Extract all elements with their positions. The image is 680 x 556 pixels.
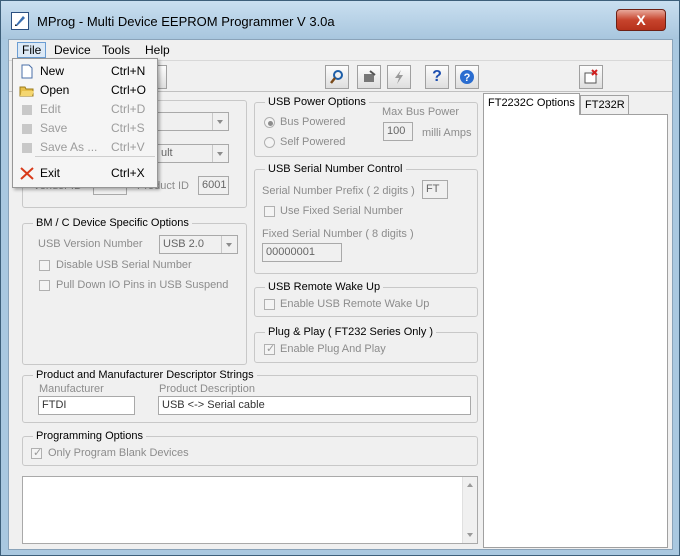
max-bus-power-label: Max Bus Power [382, 106, 460, 118]
product-id-field[interactable]: 6001 [198, 176, 229, 195]
log-scrollbar[interactable] [462, 477, 477, 543]
menu-item-exit[interactable]: Exit Ctrl+X [15, 164, 155, 183]
tab-ft2232c-options[interactable]: FT2232C Options [483, 93, 580, 115]
disable-serial-checkbox[interactable] [39, 260, 50, 271]
fixed-serial-label: Fixed Serial Number ( 8 digits ) [262, 228, 414, 240]
menu-bar: File Device Tools Help [9, 40, 672, 60]
help-button[interactable]: ? [425, 65, 449, 89]
app-icon[interactable] [11, 12, 29, 30]
menu-help[interactable]: Help [141, 42, 174, 58]
question-icon: ? [432, 68, 442, 85]
plug-and-play-checkbox[interactable] [264, 342, 275, 355]
search-device-button[interactable] [325, 65, 349, 89]
lightning-icon [395, 70, 403, 84]
plug-and-play-label: Enable Plug And Play [280, 343, 386, 355]
window-title: MProg - Multi Device EEPROM Programmer V… [37, 14, 335, 29]
remote-wakeup-checkbox[interactable] [264, 299, 275, 310]
use-fixed-serial-label: Use Fixed Serial Number [280, 205, 403, 217]
info-icon: ? [460, 70, 474, 84]
self-powered-radio[interactable] [264, 137, 275, 148]
edit-icon [19, 102, 35, 117]
menu-separator [35, 156, 155, 157]
power-options-title: USB Power Options [265, 96, 369, 108]
menu-item-open[interactable]: Open Ctrl+O [15, 81, 155, 100]
serial-prefix-label: Serial Number Prefix ( 2 digits ) [262, 185, 415, 197]
pull-down-label: Pull Down IO Pins in USB Suspend [56, 279, 229, 291]
close-icon: X [636, 12, 646, 28]
chevron-down-icon [221, 236, 237, 253]
menu-item-new[interactable]: New Ctrl+N [15, 62, 155, 81]
file-menu-dropdown: New Ctrl+N Open Ctrl+O Edit Ctrl+D Save … [12, 58, 158, 188]
open-folder-icon [19, 83, 35, 98]
tab-ft232r[interactable]: FT232R [580, 95, 629, 115]
bm-device-group-title: BM / C Device Specific Options [33, 217, 192, 229]
programming-options-title: Programming Options [33, 430, 146, 442]
magnifier-icon [330, 70, 343, 84]
chip-icon [364, 70, 376, 82]
disable-serial-label: Disable USB Serial Number [56, 259, 192, 271]
manufacturer-label: Manufacturer [39, 383, 104, 395]
bus-powered-label: Bus Powered [280, 116, 346, 128]
scroll-down-icon [467, 533, 473, 537]
menu-item-save-as[interactable]: Save As ... Ctrl+V [15, 138, 155, 157]
manufacturer-field[interactable]: FTDI [38, 396, 135, 415]
device-type-combo[interactable] [157, 112, 229, 131]
chevron-down-icon [212, 113, 228, 130]
about-button[interactable]: ? [455, 65, 479, 89]
chevron-down-icon [212, 145, 228, 162]
menu-item-edit[interactable]: Edit Ctrl+D [15, 100, 155, 119]
pull-down-checkbox[interactable] [39, 280, 50, 291]
usb-version-label: USB Version Number [38, 238, 143, 250]
log-textarea[interactable] [22, 476, 478, 544]
self-powered-label: Self Powered [280, 136, 346, 148]
scroll-up-icon [467, 483, 473, 487]
save-icon [19, 121, 35, 136]
svg-text:?: ? [464, 72, 471, 84]
app-window: MProg - Multi Device EEPROM Programmer V… [0, 0, 680, 556]
use-fixed-serial-checkbox[interactable] [264, 206, 275, 217]
menu-item-save[interactable]: Save Ctrl+S [15, 119, 155, 138]
remote-wakeup-title: USB Remote Wake Up [265, 281, 384, 293]
milli-amps-label: milli Amps [422, 127, 472, 139]
title-bar[interactable]: MProg - Multi Device EEPROM Programmer V… [1, 1, 679, 39]
exit-icon [19, 166, 35, 181]
menu-file[interactable]: File [17, 42, 47, 58]
only-blank-checkbox[interactable] [31, 446, 42, 459]
serial-number-title: USB Serial Number Control [265, 163, 406, 175]
default-combo[interactable]: ult [157, 144, 229, 163]
menu-device[interactable]: Device [50, 42, 95, 58]
menu-tools[interactable]: Tools [98, 42, 134, 58]
product-description-label: Product Description [159, 383, 255, 395]
fixed-serial-field[interactable]: 00000001 [262, 243, 342, 262]
new-file-icon [19, 64, 35, 79]
close-button[interactable]: X [616, 9, 666, 31]
close-file-button[interactable] [579, 65, 603, 89]
descriptor-strings-title: Product and Manufacturer Descriptor Stri… [33, 369, 257, 381]
usb-version-combo[interactable]: USB 2.0 [159, 235, 238, 254]
erase-device-button[interactable] [357, 65, 381, 89]
product-description-field[interactable]: USB <-> Serial cable [158, 396, 471, 415]
save-as-icon [19, 140, 35, 155]
program-device-button[interactable] [387, 65, 411, 89]
remote-wakeup-label: Enable USB Remote Wake Up [280, 298, 430, 310]
max-bus-power-field[interactable]: 100 [383, 122, 413, 141]
only-blank-label: Only Program Blank Devices [48, 447, 189, 459]
tab-panel [483, 114, 668, 548]
close-document-icon [584, 69, 598, 84]
bus-powered-radio[interactable] [264, 117, 275, 128]
plug-and-play-title: Plug & Play ( FT232 Series Only ) [265, 326, 437, 338]
serial-prefix-field[interactable]: FT [422, 180, 448, 199]
